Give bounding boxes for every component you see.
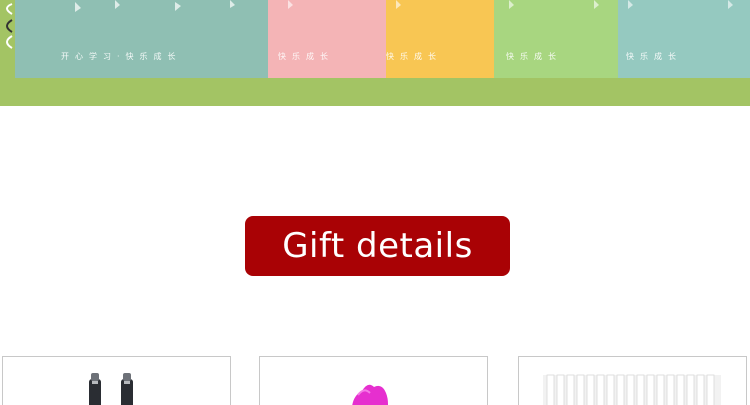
gift-card-pens[interactable] bbox=[2, 356, 231, 405]
notebook-cover: 快乐成长 bbox=[386, 0, 494, 78]
notebook-cover: 快乐成长 bbox=[618, 0, 750, 78]
notebook-cover-text: 开心学习·快乐成长 bbox=[61, 52, 182, 61]
refill-pack-icon bbox=[543, 374, 721, 405]
gift-card-pen-grip[interactable] bbox=[259, 356, 488, 405]
gift-details-heading: Gift details bbox=[245, 216, 510, 276]
pen-pair-icon bbox=[89, 373, 133, 405]
leaf-decoration-icon bbox=[509, 0, 599, 9]
pen-grip-icon bbox=[352, 384, 388, 405]
notebook-cover-text: 快乐成长 bbox=[506, 52, 562, 61]
notebook-cover-text: 快乐成长 bbox=[278, 52, 334, 61]
gift-card-refills[interactable] bbox=[518, 356, 747, 405]
notebook-cover-text: 快乐成长 bbox=[386, 52, 442, 61]
notebook-cover-text: 快乐成长 bbox=[626, 52, 682, 61]
leaf-decoration-icon bbox=[628, 0, 733, 9]
leaf-decoration-icon bbox=[75, 0, 235, 12]
notebook-cover: 快乐成长 bbox=[268, 0, 386, 78]
leaf-decoration-icon bbox=[396, 0, 401, 9]
notebook-banner-image: 开心学习·快乐成长 快乐成长 快乐成长 快乐成长 快乐成长 bbox=[0, 0, 750, 106]
notebook-cover: 快乐成长 bbox=[494, 0, 618, 78]
leaf-decoration-icon bbox=[288, 0, 293, 9]
notebook-cover: 开心学习·快乐成长 bbox=[15, 0, 270, 78]
product-detail-page: 开心学习·快乐成长 快乐成长 快乐成长 快乐成长 快乐成长 Gift detai… bbox=[0, 0, 750, 405]
